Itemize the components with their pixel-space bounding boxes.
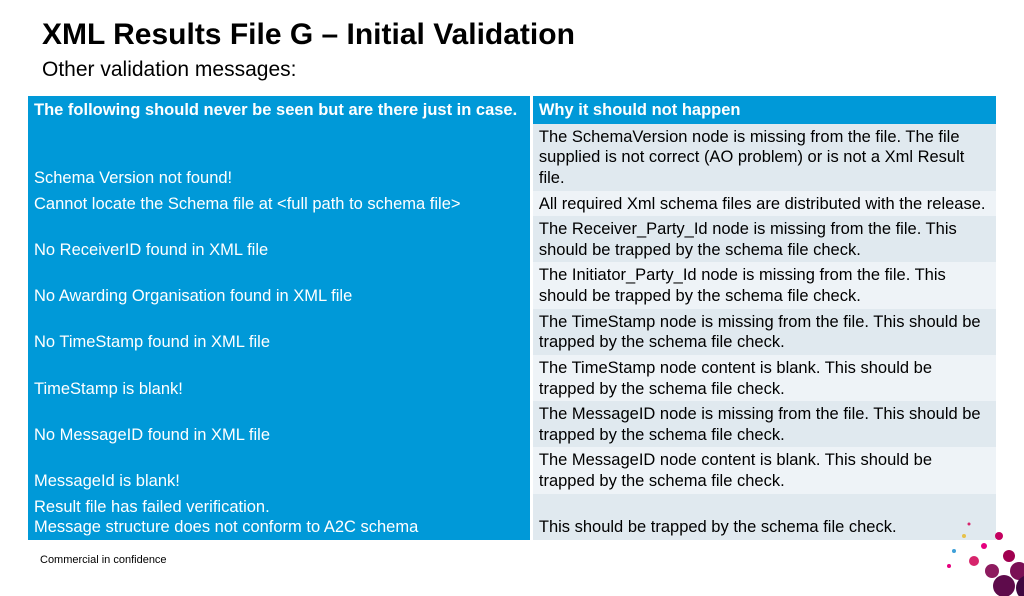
table-cell-reason: The Receiver_Party_Id node is missing fr… <box>531 216 996 262</box>
table-cell-message: MessageId is blank! <box>28 447 531 493</box>
table-cell-reason: The MessageID node content is blank. Thi… <box>531 447 996 493</box>
table-row: TimeStamp is blank!The TimeStamp node co… <box>28 355 996 401</box>
table-row: Result file has failed verification. Mes… <box>28 494 996 540</box>
table-cell-message: No ReceiverID found in XML file <box>28 216 531 262</box>
table-row: Schema Version not found!The SchemaVersi… <box>28 124 996 191</box>
table-cell-reason: This should be trapped by the schema fil… <box>531 494 996 540</box>
table-row: Cannot locate the Schema file at <full p… <box>28 191 996 217</box>
table-cell-message: No MessageID found in XML file <box>28 401 531 447</box>
table-header-left: The following should never be seen but a… <box>28 96 531 124</box>
table-row: No ReceiverID found in XML fileThe Recei… <box>28 216 996 262</box>
page-subtitle: Other validation messages: <box>42 58 996 82</box>
table-cell-message: Schema Version not found! <box>28 124 531 191</box>
table-row: No TimeStamp found in XML fileThe TimeSt… <box>28 309 996 355</box>
table-cell-message: TimeStamp is blank! <box>28 355 531 401</box>
table-cell-reason: The TimeStamp node is missing from the f… <box>531 309 996 355</box>
table-cell-message: Cannot locate the Schema file at <full p… <box>28 191 531 217</box>
table-header-right: Why it should not happen <box>531 96 996 124</box>
page-title: XML Results File G – Initial Validation <box>42 18 996 52</box>
table-row: No Awarding Organisation found in XML fi… <box>28 262 996 308</box>
validation-table: The following should never be seen but a… <box>28 96 996 540</box>
footer-text: Commercial in confidence <box>40 554 167 566</box>
table-row: No MessageID found in XML fileThe Messag… <box>28 401 996 447</box>
table-cell-reason: The Initiator_Party_Id node is missing f… <box>531 262 996 308</box>
table-cell-reason: The SchemaVersion node is missing from t… <box>531 124 996 191</box>
table-cell-reason: All required Xml schema files are distri… <box>531 191 996 217</box>
table-cell-reason: The TimeStamp node content is blank. Thi… <box>531 355 996 401</box>
table-cell-message: No TimeStamp found in XML file <box>28 309 531 355</box>
table-cell-message: Result file has failed verification. Mes… <box>28 494 531 540</box>
table-cell-reason: The MessageID node is missing from the f… <box>531 401 996 447</box>
table-row: MessageId is blank!The MessageID node co… <box>28 447 996 493</box>
table-cell-message: No Awarding Organisation found in XML fi… <box>28 262 531 308</box>
